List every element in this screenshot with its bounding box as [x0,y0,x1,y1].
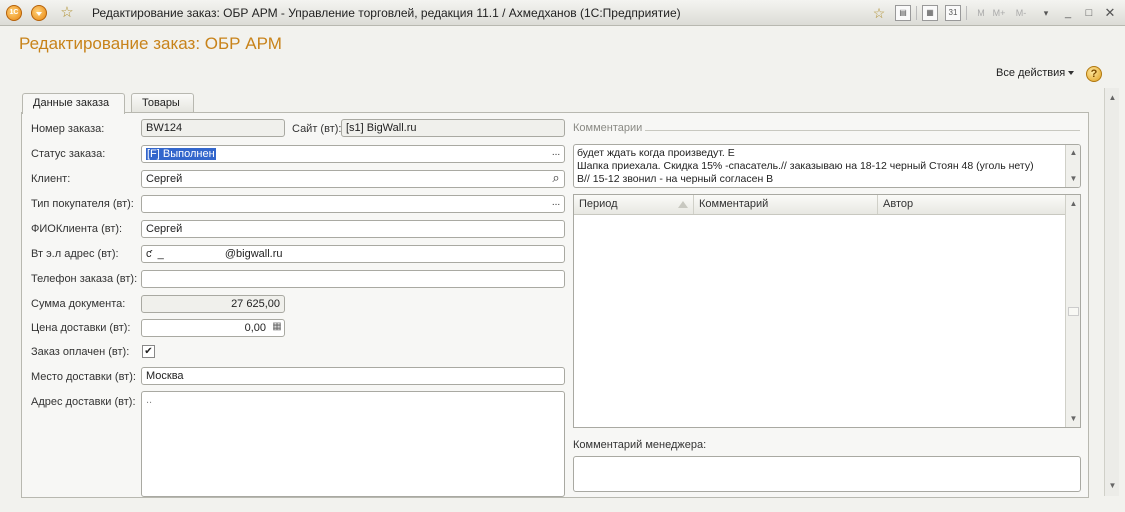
status-value: [F] Выполнен [146,148,216,160]
paid-label: Заказ оплачен (вт): [31,346,130,358]
delivery-price-field[interactable]: 0,00 [141,319,285,337]
memory-m-button[interactable]: M [972,5,990,21]
form-title: Редактирование заказ: ОБР АРМ [19,34,282,53]
paid-checkbox[interactable]: ✔ [142,345,155,358]
window-titlebar: 1C ☆ Редактирование заказ: ОБР АРМ - Упр… [0,0,1125,26]
site-label: Сайт (вт): [292,123,342,135]
calculator-icon[interactable]: ▦ [922,5,938,21]
column-header-label: Комментарий [699,198,769,210]
status-label: Статус заказа: [31,148,106,160]
comment-line: В// 15-12 звонил - на черный согласен В [577,173,774,185]
scroll-thumb[interactable] [1068,307,1079,316]
client-field[interactable]: Сергей [141,170,565,188]
sort-ascending-icon [678,201,688,208]
comments-scrollbar[interactable]: ▲ ▼ [1065,145,1080,187]
chevron-down-icon [1068,71,1075,76]
all-actions-menu[interactable]: Все действия [996,67,1075,79]
column-header-comment[interactable]: Комментарий [694,195,878,214]
column-header-author[interactable]: Автор [878,195,1065,214]
calendar-icon[interactable]: 31 [945,5,961,21]
scroll-down-icon[interactable]: ▼ [1068,413,1079,424]
manager-comment-field[interactable] [573,456,1081,492]
column-header-period[interactable]: Период [574,195,694,214]
section-divider [645,130,1080,131]
memory-minus-button[interactable]: M- [1012,5,1030,21]
delivery-address-field[interactable]: .. [141,391,565,497]
favorites-star-icon[interactable]: ☆ [58,5,76,21]
order-number-label: Номер заказа: [31,123,105,135]
manager-comment-label: Комментарий менеджера: [573,439,707,451]
tab-goods[interactable]: Товары [131,93,194,113]
delivery-price-label: Цена доставки (вт): [31,322,131,334]
buyer-type-label: Тип покупателя (вт): [31,198,134,210]
client-label: Клиент: [31,173,71,185]
doc-sum-label: Сумма документа: [31,298,126,310]
all-actions-label: Все действия [996,67,1066,79]
memory-plus-button[interactable]: M+ [990,5,1008,21]
delivery-address-label: Адрес доставки (вт): [31,396,136,408]
help-icon[interactable]: ? [1086,66,1102,82]
status-select-button[interactable]: ... [548,146,564,162]
window-menu-chevron-icon[interactable]: ▾ [1038,5,1054,21]
delivery-place-label: Место доставки (вт): [31,371,136,383]
history-icon[interactable]: ▤ [895,5,911,21]
phone-label: Телефон заказа (вт): [31,273,138,285]
client-name-field[interactable]: Сергей [141,220,565,238]
tab-order-data[interactable]: Данные заказа [22,93,125,114]
search-icon[interactable]: ⌕ [548,171,564,187]
email-label: Вт э.л адрес (вт): [31,248,119,260]
table-scrollbar[interactable]: ▲ ▼ [1065,195,1080,427]
app-logo-icon[interactable]: 1C [6,5,22,21]
comments-section-title: Комментарии [573,122,643,134]
window-title: Редактирование заказ: ОБР АРМ - Управлен… [92,6,681,20]
main-menu-icon[interactable] [31,5,47,21]
comment-line: Шапка приехала. Скидка 15% -спасатель.//… [577,160,1034,172]
comments-textarea[interactable]: будет ждать когда произведут. Е Шапка пр… [573,144,1081,188]
calculator-icon[interactable]: ▦ [269,320,285,336]
column-header-label: Автор [883,198,914,210]
client-name-label: ФИОКлиента (вт): [31,223,123,235]
add-favorite-icon[interactable]: ☆ [871,5,887,21]
phone-field[interactable] [141,270,565,288]
comment-line: будет ждать когда произведут. Е [577,147,735,159]
minimize-icon[interactable]: _ [1060,5,1076,21]
comments-table[interactable]: Период Комментарий Автор ▲ ▼ [573,194,1081,428]
doc-sum-field[interactable]: 27 625,00 [141,295,285,313]
table-header: Период Комментарий Автор [574,195,1065,215]
buyer-type-field[interactable] [141,195,565,213]
email-field[interactable]: ƈ _ @bigwall.ru [141,245,565,263]
close-icon[interactable]: ✕ [1102,5,1118,21]
order-number-field[interactable]: BW124 [141,119,285,137]
scroll-up-icon[interactable]: ▲ [1068,198,1079,209]
scroll-down-icon[interactable]: ▼ [1068,173,1079,184]
delivery-place-field[interactable]: Москва [141,367,565,385]
buyer-type-select-button[interactable]: ... [548,196,564,212]
scroll-up-icon[interactable]: ▲ [1107,92,1118,103]
site-field[interactable]: [s1] BigWall.ru [341,119,565,137]
form-scrollbar[interactable]: ▲ ▼ [1104,88,1119,496]
column-header-label: Период [579,198,618,210]
scroll-up-icon[interactable]: ▲ [1068,147,1079,158]
status-field[interactable]: [F] Выполнен [141,145,565,163]
scroll-down-icon[interactable]: ▼ [1107,480,1118,491]
maximize-icon[interactable]: □ [1081,5,1097,21]
